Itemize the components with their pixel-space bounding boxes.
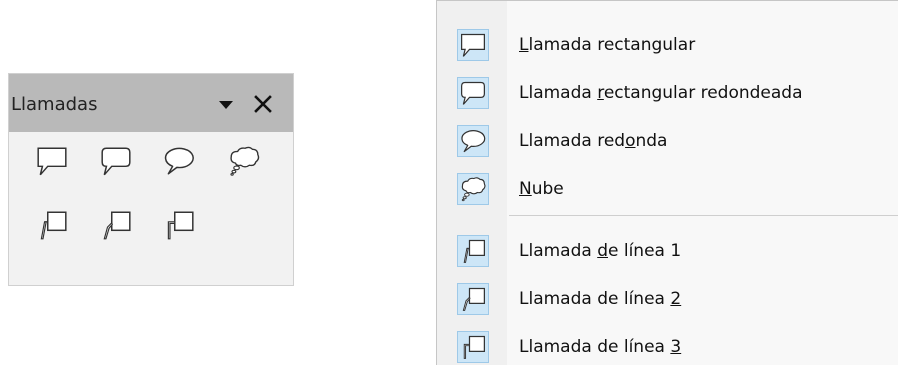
menu-item-line-callout-1[interactable]: Llamada de línea 1 [437,227,898,275]
toolbar-menu-button[interactable] [215,95,237,115]
toolbar-close-button[interactable] [251,92,275,116]
menu-item-label: Llamada rectangular [519,35,696,55]
menu-icon-box [457,77,489,109]
line-callout-3-icon [459,333,487,361]
toolbar-title: Llamadas [11,94,98,115]
line-callout-1-icon [35,208,69,242]
menu-item-cloud-callout[interactable]: Nube [437,165,898,213]
line-callout-1-icon [459,237,487,265]
menu-icon-box [457,29,489,61]
round-callout-icon [459,127,487,155]
line-callout-3-icon [162,208,196,242]
menu-item-label: Llamada de línea 1 [519,241,682,261]
toolbar-round-callout-button[interactable] [155,137,203,185]
toolbar-cloud-callout-button[interactable] [220,137,268,185]
toolbar-line-callout-3-button[interactable] [155,201,203,249]
menu-separator [509,215,898,216]
round-callout-icon [162,144,196,178]
toolbar-header[interactable]: Llamadas [9,74,293,132]
rounded-rectangular-callout-icon [99,144,133,178]
toolbar-rectangular-callout-button[interactable] [28,137,76,185]
callouts-toolbar: Llamadas [8,73,294,286]
menu-icon-box [457,125,489,157]
triangle-down-icon [219,101,233,109]
cloud-callout-icon [459,175,487,203]
menu-icon-box [457,235,489,267]
rectangular-callout-icon [459,31,487,59]
menu-icon-box [457,283,489,315]
toolbar-line-callout-1-button[interactable] [28,201,76,249]
menu-item-round-callout[interactable]: Llamada redonda [437,117,898,165]
rectangular-callout-icon [35,144,69,178]
line-callout-2-icon [99,208,133,242]
menu-item-label: Llamada rectangular redondeada [519,83,803,103]
toolbar-line-callout-2-button[interactable] [92,201,140,249]
menu-icon-box [457,173,489,205]
menu-item-label: Llamada redonda [519,131,668,151]
line-callout-2-icon [459,285,487,313]
cloud-callout-icon [227,144,261,178]
callouts-dropdown-menu: Llamada rectangular Llamada rectangular … [436,0,898,365]
menu-item-rounded-rectangular-callout[interactable]: Llamada rectangular redondeada [437,69,898,117]
rounded-rectangular-callout-icon [459,79,487,107]
menu-item-line-callout-3[interactable]: Llamada de línea 3 [437,323,898,365]
toolbar-rounded-rectangular-callout-button[interactable] [92,137,140,185]
close-icon [254,95,272,113]
menu-item-label: Llamada de línea 2 [519,289,682,309]
menu-item-label: Nube [519,179,564,199]
menu-item-label: Llamada de línea 3 [519,337,682,357]
menu-item-rectangular-callout[interactable]: Llamada rectangular [437,21,898,69]
menu-item-line-callout-2[interactable]: Llamada de línea 2 [437,275,898,323]
menu-icon-box [457,331,489,363]
